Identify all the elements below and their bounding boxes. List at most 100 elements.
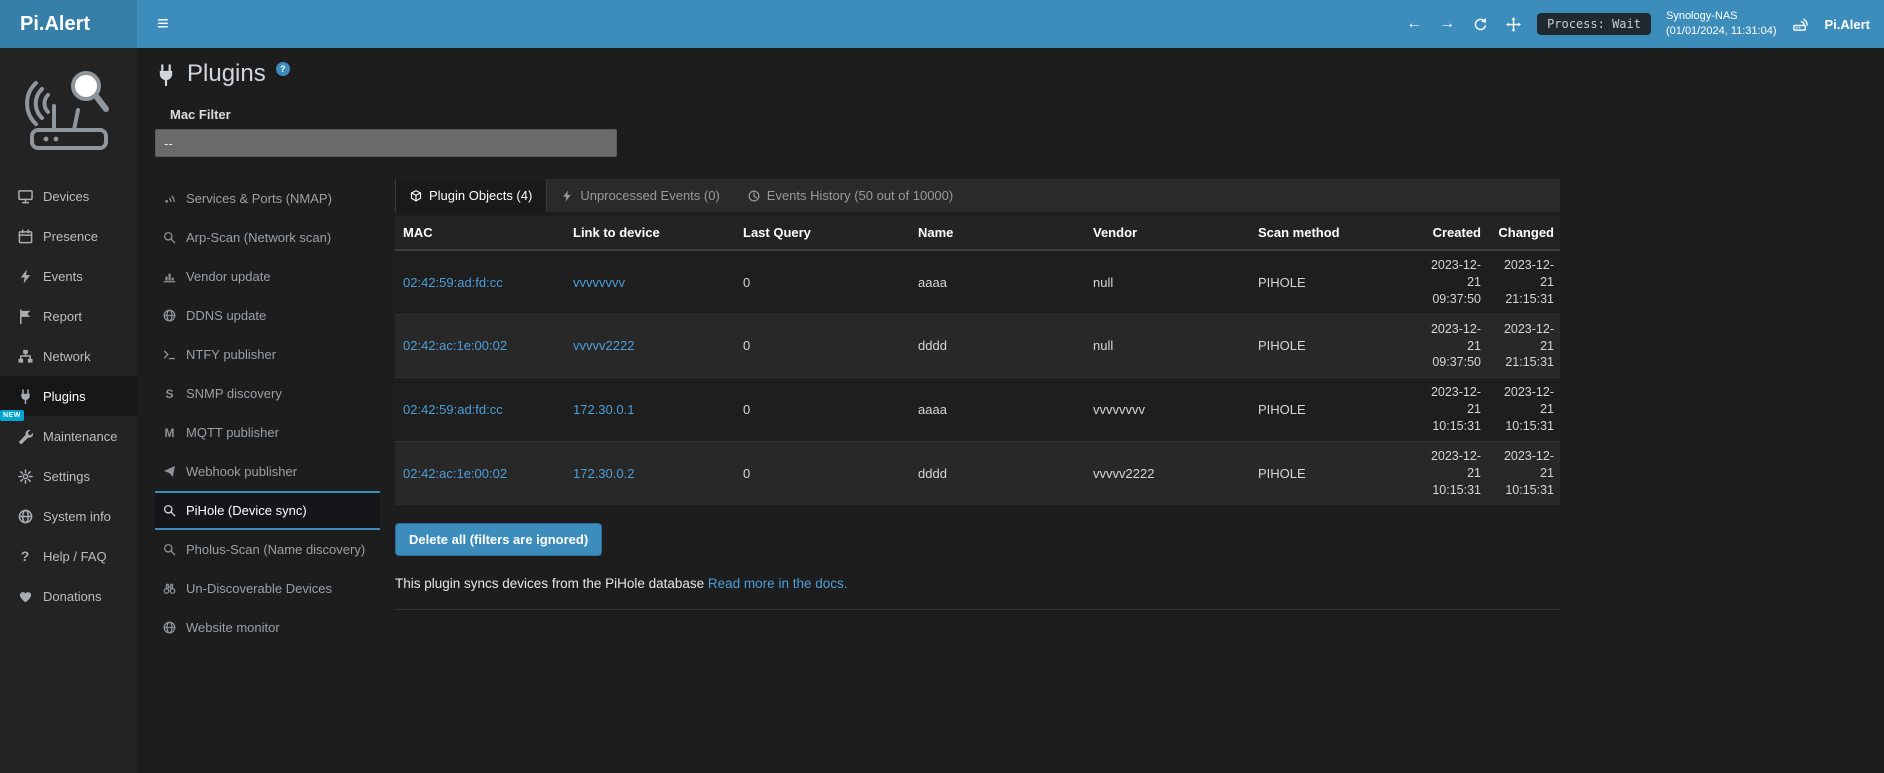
plugin-item-label: Vendor update <box>186 269 271 284</box>
col-header-changed: Changed <box>1487 216 1560 250</box>
device-link[interactable]: vvvvv2222 <box>573 338 634 353</box>
plugin-item-webhook-publisher[interactable]: Webhook publisher <box>155 452 380 491</box>
col-header-link: Link to device <box>565 216 735 250</box>
main-content: Plugins ? Mac Filter Services & Ports (N… <box>137 48 1884 773</box>
delete-all-button[interactable]: Delete all (filters are ignored) <box>395 523 602 556</box>
bolt-icon <box>561 190 573 202</box>
mac-link[interactable]: 02:42:ac:1e:00:02 <box>403 466 507 481</box>
table-row: 02:42:59:ad:fd:cc vvvvvvvv 0 aaaa null P… <box>395 250 1560 314</box>
plugin-content: Plugin Objects (4) Unprocessed Events (0… <box>395 179 1560 647</box>
table-header-row: MAC Link to device Last Query Name Vendo… <box>395 216 1560 250</box>
scan-method-cell: PIHOLE <box>1250 314 1415 378</box>
help-badge-icon[interactable]: ? <box>276 62 290 76</box>
vendor-cell: vvvvvvvv <box>1085 378 1250 442</box>
sidebar-toggle-icon[interactable]: ≡ <box>147 7 179 42</box>
sidebar-item-label: Devices <box>43 189 89 204</box>
chart-icon <box>161 270 178 283</box>
device-link[interactable]: 172.30.0.1 <box>573 402 634 417</box>
plugin-item-label: DDNS update <box>186 308 266 323</box>
page-header: Plugins ? <box>155 60 1884 91</box>
sidebar-item-maintenance[interactable]: NEW Maintenance <box>0 416 137 456</box>
devices-icon <box>16 189 34 204</box>
plugin-item-label: Arp-Scan (Network scan) <box>186 230 331 245</box>
col-header-created: Created <box>1415 216 1487 250</box>
gear-icon <box>16 469 34 484</box>
broadcast-icon <box>161 192 178 205</box>
send-icon <box>161 465 178 478</box>
mac-link[interactable]: 02:42:59:ad:fd:cc <box>403 275 503 290</box>
plugin-item-label: Website monitor <box>186 620 280 635</box>
scan-method-cell: PIHOLE <box>1250 250 1415 314</box>
plugin-list: Services & Ports (NMAP) Arp-Scan (Networ… <box>155 179 380 647</box>
sidebar-item-report[interactable]: Report <box>0 296 137 336</box>
changed-cell: 2023-12-2110:15:31 <box>1487 441 1560 504</box>
name-cell: dddd <box>910 441 1085 504</box>
col-header-mac: MAC <box>395 216 565 250</box>
question-icon: ? <box>16 548 34 564</box>
device-link[interactable]: vvvvvvvv <box>573 275 625 290</box>
sidebar-item-network[interactable]: Network <box>0 336 137 376</box>
sidebar-item-label: Donations <box>43 589 102 604</box>
scan-method-cell: PIHOLE <box>1250 378 1415 442</box>
terminal-icon <box>161 348 178 361</box>
table-row: 02:42:ac:1e:00:02 vvvvv2222 0 dddd null … <box>395 314 1560 378</box>
sidebar-item-settings[interactable]: Settings <box>0 456 137 496</box>
sidebar-item-label: Network <box>43 349 91 364</box>
sidebar-item-devices[interactable]: Devices <box>0 176 137 216</box>
refresh-icon[interactable] <box>1471 15 1489 33</box>
plugin-item-label: Webhook publisher <box>186 464 297 479</box>
plugin-item-label: Pholus-Scan (Name discovery) <box>186 542 365 557</box>
plugin-item-pihole-device-sync[interactable]: PiHole (Device sync) <box>155 491 380 530</box>
col-header-vendor: Vendor <box>1085 216 1250 250</box>
vendor-cell: null <box>1085 314 1250 378</box>
sidebar-item-events[interactable]: Events <box>0 256 137 296</box>
last-query-cell: 0 <box>735 441 910 504</box>
globe-icon <box>161 621 178 634</box>
plugin-item-label: SNMP discovery <box>186 386 282 401</box>
move-icon[interactable] <box>1504 15 1522 33</box>
plugin-item-arp-scan[interactable]: Arp-Scan (Network scan) <box>155 218 380 257</box>
tab-unprocessed-events[interactable]: Unprocessed Events (0) <box>547 179 733 212</box>
sidebar-item-donations[interactable]: Donations <box>0 576 137 616</box>
forward-icon[interactable]: → <box>1438 15 1456 33</box>
plugin-item-mqtt-publisher[interactable]: M MQTT publisher <box>155 413 380 452</box>
mac-link[interactable]: 02:42:ac:1e:00:02 <box>403 338 507 353</box>
mac-link[interactable]: 02:42:59:ad:fd:cc <box>403 402 503 417</box>
snmp-icon: S <box>161 387 178 401</box>
changed-cell: 2023-12-2110:15:31 <box>1487 378 1560 442</box>
plugin-item-label: NTFY publisher <box>186 347 276 362</box>
search-icon <box>161 543 178 556</box>
vendor-cell: vvvvv2222 <box>1085 441 1250 504</box>
app-logo[interactable]: Pi.Alert <box>0 0 137 48</box>
sidebar-item-presence[interactable]: Presence <box>0 216 137 256</box>
plugin-description: This plugin syncs devices from the PiHol… <box>395 576 1560 610</box>
docs-link[interactable]: Read more in the docs. <box>708 576 848 591</box>
plugin-item-vendor-update[interactable]: Vendor update <box>155 257 380 296</box>
sitemap-icon <box>16 349 34 364</box>
back-icon[interactable]: ← <box>1405 15 1423 33</box>
plugin-item-pholus-scan[interactable]: Pholus-Scan (Name discovery) <box>155 530 380 569</box>
plugin-item-snmp-discovery[interactable]: S SNMP discovery <box>155 374 380 413</box>
tab-plugin-objects[interactable]: Plugin Objects (4) <box>395 179 547 212</box>
plug-icon <box>16 389 34 404</box>
last-query-cell: 0 <box>735 314 910 378</box>
wrench-icon <box>16 429 34 444</box>
created-cell: 2023-12-2110:15:31 <box>1415 441 1487 504</box>
table-row: 02:42:59:ad:fd:cc 172.30.0.1 0 aaaa vvvv… <box>395 378 1560 442</box>
sidebar-item-system-info[interactable]: System info <box>0 496 137 536</box>
mac-filter-input[interactable] <box>155 129 617 157</box>
tab-events-history[interactable]: Events History (50 out of 10000) <box>734 179 967 212</box>
pialert-logo-art <box>0 48 137 176</box>
cube-icon <box>410 190 422 202</box>
name-cell: dddd <box>910 314 1085 378</box>
plugin-item-ntfy-publisher[interactable]: NTFY publisher <box>155 335 380 374</box>
device-link[interactable]: 172.30.0.2 <box>573 466 634 481</box>
clock-icon <box>748 190 760 202</box>
sidebar-item-label: Settings <box>43 469 90 484</box>
sidebar-item-help-faq[interactable]: ? Help / FAQ <box>0 536 137 576</box>
col-header-scan-method: Scan method <box>1250 216 1415 250</box>
plugin-item-ddns-update[interactable]: DDNS update <box>155 296 380 335</box>
plugin-item-nmap[interactable]: Services & Ports (NMAP) <box>155 179 380 218</box>
plugin-item-undiscoverable-devices[interactable]: Un-Discoverable Devices <box>155 569 380 608</box>
plugin-item-website-monitor[interactable]: Website monitor <box>155 608 380 647</box>
